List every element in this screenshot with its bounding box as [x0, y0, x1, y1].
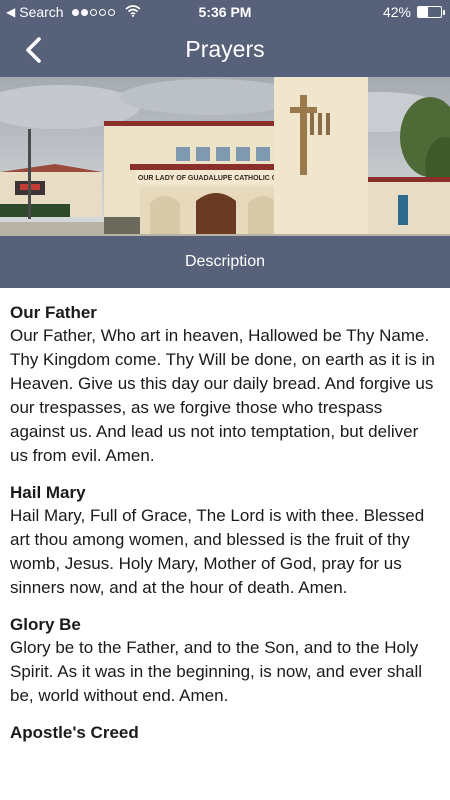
prayer-title: Our Father [10, 303, 97, 322]
prayer-item: Apostle's Creed [10, 722, 440, 744]
battery-icon [417, 6, 445, 18]
prayer-item: Hail Mary Hail Mary, Full of Grace, The … [10, 482, 440, 600]
header: ◀ Search 5:36 PM 42% Prayers [0, 0, 450, 77]
battery-fill [418, 7, 428, 17]
status-right: 42% [382, 4, 445, 20]
battery-percent: 42% [382, 4, 411, 20]
prayer-title: Apostle's Creed [10, 723, 139, 742]
prayer-text: Hail Mary, Full of Grace, The Lord is wi… [10, 506, 425, 597]
description-tab[interactable]: Description [0, 236, 450, 288]
prayers-list: Our Father Our Father, Who art in heaven… [0, 288, 450, 800]
church-photo: OUR LADY OF GUADALUPE CATHOLIC CHURCH [0, 77, 450, 236]
prayer-item: Our Father Our Father, Who art in heaven… [10, 302, 440, 468]
prayers-screen: ◀ Search 5:36 PM 42% Prayers OUR LADY OF… [0, 0, 450, 800]
status-bar: ◀ Search 5:36 PM 42% [0, 0, 450, 24]
prayer-title: Glory Be [10, 615, 81, 634]
prayer-text: Glory be to the Father, and to the Son, … [10, 638, 423, 705]
prayer-title: Hail Mary [10, 483, 86, 502]
nav-bar: Prayers [0, 24, 450, 77]
description-tab-label: Description [184, 253, 266, 270]
prayer-item: Glory Be Glory be to the Father, and to … [10, 614, 440, 708]
prayer-text: Our Father, Who art in heaven, Hallowed … [10, 326, 435, 465]
page-title: Prayers [185, 36, 265, 62]
